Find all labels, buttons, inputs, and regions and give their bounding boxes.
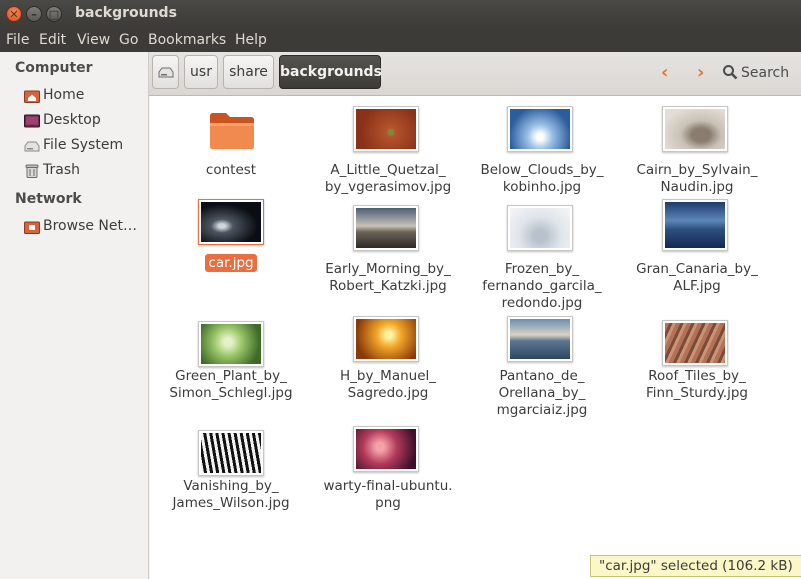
sidebar-item-label: Browse Net… <box>43 218 138 234</box>
folder-icon <box>210 113 254 149</box>
thumbnail <box>353 205 419 251</box>
network-icon <box>24 221 40 234</box>
window-title: backgrounds <box>75 5 177 21</box>
location-toolbar: usr share backgrounds ‹ › Search <box>149 52 801 96</box>
minimize-button[interactable]: – <box>26 6 42 22</box>
breadcrumb-share[interactable]: share <box>223 55 274 89</box>
sidebar-item-file-system[interactable]: File System <box>24 136 144 158</box>
thumbnail <box>198 321 264 367</box>
breadcrumb-backgrounds[interactable]: backgrounds <box>279 55 382 89</box>
file-name: Pantano_de_ Orellana_by_ mgarciaiz.jpg <box>496 368 588 418</box>
maximize-button[interactable]: □ <box>46 6 62 22</box>
close-button[interactable]: ✕ <box>6 6 22 22</box>
desktop-icon <box>24 114 40 128</box>
status-bar: "car.jpg" selected (106.2 kB) <box>590 555 801 577</box>
sidebar-item-browse-network[interactable]: Browse Net… <box>24 217 144 239</box>
menu-edit[interactable]: Edit <box>39 32 66 48</box>
minimize-icon: – <box>31 8 37 21</box>
home-folder-icon <box>24 90 40 103</box>
close-icon: ✕ <box>9 8 19 21</box>
menu-bar: File Edit View Go Bookmarks Help <box>0 28 801 52</box>
file-name: Vanishing_by_ James_Wilson.jpg <box>172 478 290 511</box>
menu-go[interactable]: Go <box>119 32 138 48</box>
thumbnail <box>662 106 728 152</box>
thumbnail <box>353 316 419 362</box>
file-name: contest <box>205 162 257 178</box>
thumbnail <box>662 199 728 251</box>
sidebar-item-label: File System <box>43 137 124 153</box>
thumbnail <box>353 106 419 152</box>
file-name: warty-final-ubuntu. png <box>323 478 453 511</box>
sidebar-item-home[interactable]: Home <box>24 86 144 108</box>
thumbnail <box>198 199 264 245</box>
sidebar: Computer Home Desktop File System Trash … <box>0 52 149 579</box>
file-name: Gran_Canaria_by_ ALF.jpg <box>636 261 758 294</box>
file-grid: contest A_Little_Quetzal_ by_vgerasimov.j… <box>150 96 801 579</box>
sidebar-item-label: Desktop <box>43 112 101 128</box>
file-name: Below_Clouds_by_ kobinho.jpg <box>480 162 604 195</box>
file-name: Green_Plant_by_ Simon_Schlegl.jpg <box>169 368 293 401</box>
sidebar-item-desktop[interactable]: Desktop <box>24 111 144 133</box>
sidebar-item-trash[interactable]: Trash <box>24 161 144 183</box>
title-bar[interactable]: ✕ – □ backgrounds <box>0 0 801 28</box>
file-name: car.jpg <box>151 254 311 272</box>
forward-button[interactable]: › <box>697 62 704 83</box>
sidebar-item-label: Home <box>43 87 85 103</box>
search-label: Search <box>741 65 790 81</box>
menu-help[interactable]: Help <box>235 32 267 48</box>
file-name: Early_Morning_by_ Robert_Katzki.jpg <box>325 261 451 294</box>
trash-icon <box>25 164 39 178</box>
sidebar-item-label: Trash <box>43 162 80 178</box>
back-button[interactable]: ‹ <box>661 62 668 83</box>
file-name: A_Little_Quetzal_ by_vgerasimov.jpg <box>324 162 452 195</box>
file-name: Frozen_by_ fernando_garcila_ redondo.jpg <box>482 261 602 311</box>
thumbnail <box>662 320 728 366</box>
menu-view[interactable]: View <box>77 32 110 48</box>
file-name: Cairn_by_Sylvain_ Naudin.jpg <box>636 162 758 195</box>
thumbnail <box>507 205 573 251</box>
breadcrumb-usr[interactable]: usr <box>184 55 218 89</box>
sidebar-heading-computer: Computer <box>15 60 93 76</box>
menu-bookmarks[interactable]: Bookmarks <box>148 32 226 48</box>
thumbnail <box>507 316 573 362</box>
thumbnail <box>507 106 573 152</box>
file-name: Roof_Tiles_by_ Finn_Sturdy.jpg <box>646 368 748 401</box>
thumbnail <box>353 426 419 472</box>
thumbnail <box>198 430 264 476</box>
menu-file[interactable]: File <box>6 32 29 48</box>
maximize-icon: □ <box>48 8 60 21</box>
breadcrumb-root[interactable] <box>152 55 179 89</box>
file-manager-window: ✕ – □ backgrounds File Edit View Go Book… <box>0 0 801 579</box>
drive-icon <box>24 141 40 152</box>
file-name: H_by_Manuel_ Sagredo.jpg <box>339 368 437 401</box>
search-button[interactable]: Search <box>722 64 789 81</box>
drive-icon <box>158 67 173 78</box>
sidebar-heading-network: Network <box>15 191 82 207</box>
search-icon <box>723 65 738 80</box>
